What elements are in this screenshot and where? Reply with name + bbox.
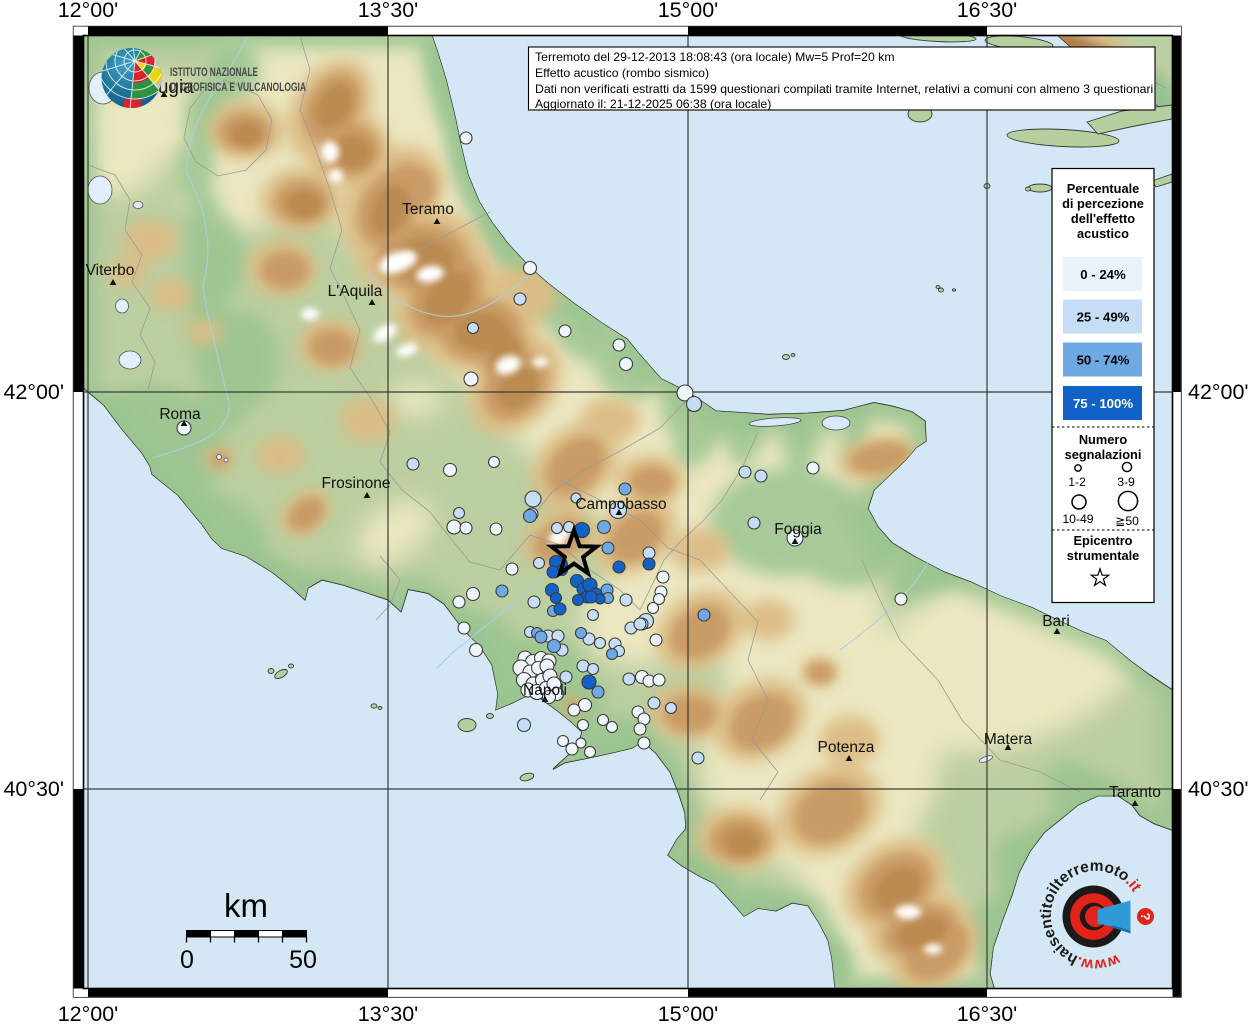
svg-text:Effetto acustico (rombo sismic: Effetto acustico (rombo sismico) [535, 66, 709, 80]
svg-text:Frosinone: Frosinone [322, 475, 391, 492]
svg-text:42°00': 42°00' [3, 380, 64, 404]
svg-text:13°30': 13°30' [358, 0, 419, 22]
svg-text:strumentale: strumentale [1067, 548, 1140, 563]
svg-text:0: 0 [180, 946, 194, 974]
svg-text:di percezione: di percezione [1062, 196, 1144, 211]
svg-text:40°30': 40°30' [1188, 777, 1249, 801]
svg-text:16°30': 16°30' [957, 0, 1018, 22]
svg-text:?: ? [1138, 913, 1153, 921]
svg-text:Matera: Matera [984, 731, 1033, 748]
svg-text:Numero: Numero [1079, 432, 1128, 447]
svg-text:Dati non verificati estratti d: Dati non verificati estratti da 1599 que… [535, 82, 1157, 96]
svg-text:Epicentro: Epicentro [1073, 533, 1132, 548]
svg-text:L'Aquila: L'Aquila [328, 283, 383, 300]
svg-text:10-49: 10-49 [1062, 512, 1093, 526]
svg-text:50: 50 [289, 946, 317, 974]
svg-text:Bari: Bari [1042, 613, 1070, 630]
svg-text:DI GEOFISICA E VULCANOLOGIA: DI GEOFISICA E VULCANOLOGIA [170, 80, 306, 94]
svg-text:Roma: Roma [159, 406, 201, 423]
svg-text:Aggiornato il: 21-12-2025 06:3: Aggiornato il: 21-12-2025 06:38 (ora loc… [535, 97, 771, 111]
svg-text:ISTITUTO NAZIONALE: ISTITUTO NAZIONALE [170, 65, 258, 79]
svg-text:40°30': 40°30' [3, 777, 64, 801]
svg-text:segnalazioni: segnalazioni [1065, 447, 1142, 462]
svg-text:≧50: ≧50 [1115, 514, 1139, 528]
svg-text:1-2: 1-2 [1068, 475, 1086, 489]
svg-text:50 - 74%: 50 - 74% [1077, 353, 1130, 368]
svg-text:Terremoto del 29-12-2013 18:08: Terremoto del 29-12-2013 18:08:43 (ora l… [535, 50, 895, 64]
svg-text:3-9: 3-9 [1117, 475, 1135, 489]
svg-text:15°00': 15°00' [658, 1002, 719, 1024]
svg-text:Viterbo: Viterbo [86, 262, 135, 279]
svg-text:16°30': 16°30' [957, 1002, 1018, 1024]
svg-text:Napoli: Napoli [523, 682, 567, 699]
svg-text:km: km [224, 887, 268, 924]
svg-text:Percentuale: Percentuale [1067, 181, 1140, 196]
svg-text:13°30': 13°30' [358, 1002, 419, 1024]
svg-text:15°00': 15°00' [658, 0, 719, 22]
svg-text:75 - 100%: 75 - 100% [1073, 396, 1133, 411]
svg-text:0 - 24%: 0 - 24% [1080, 267, 1126, 282]
svg-text:12°00': 12°00' [58, 0, 119, 22]
svg-text:12°00': 12°00' [58, 1002, 119, 1024]
svg-text:acustico: acustico [1077, 226, 1129, 241]
svg-text:Teramo: Teramo [402, 201, 454, 218]
svg-text:Foggia: Foggia [774, 521, 822, 538]
svg-text:dell'effetto: dell'effetto [1071, 211, 1135, 226]
svg-text:Taranto: Taranto [1109, 784, 1161, 801]
svg-text:Potenza: Potenza [818, 739, 875, 756]
svg-text:42°00': 42°00' [1188, 380, 1249, 404]
svg-text:Campobasso: Campobasso [575, 496, 666, 513]
svg-text:25 - 49%: 25 - 49% [1077, 310, 1130, 325]
